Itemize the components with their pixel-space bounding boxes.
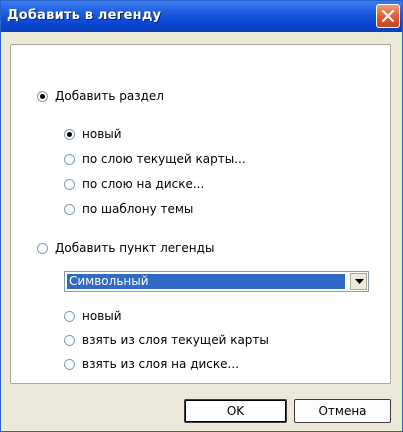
cancel-button[interactable]: Отмена — [294, 399, 391, 423]
chevron-down-icon — [355, 279, 364, 284]
close-button[interactable] — [376, 4, 400, 28]
radio-item-current-map-layer[interactable]: взять из слоя текущей карты — [64, 333, 269, 347]
dropdown-button[interactable] — [350, 273, 367, 290]
radio-section-disk-layer[interactable]: по слою на диске... — [64, 177, 204, 191]
radio-item-new-label: новый — [82, 309, 122, 323]
radio-item-disk-layer-label: взять из слоя на диске... — [82, 357, 239, 371]
radio-item-new[interactable]: новый — [64, 309, 122, 323]
legend-item-type-value: Символьный — [67, 274, 345, 289]
legend-item-type-select[interactable]: Символьный — [64, 271, 369, 292]
radio-add-section-label: Добавить раздел — [55, 89, 164, 103]
radio-button[interactable] — [64, 310, 75, 322]
radio-button[interactable] — [37, 242, 48, 254]
radio-button[interactable] — [64, 203, 75, 215]
radio-item-disk-layer[interactable]: взять из слоя на диске... — [64, 357, 239, 371]
radio-section-disk-layer-label: по слою на диске... — [82, 177, 205, 191]
dialog-window: Добавить в легенду Добавить раздел новый… — [0, 0, 403, 432]
radio-section-current-map-layer-label: по слою текущей карты... — [82, 152, 246, 166]
radio-button[interactable] — [64, 178, 75, 190]
dialog-title: Добавить в легенду — [7, 8, 162, 23]
radio-item-current-map-layer-label: взять из слоя текущей карты — [82, 333, 269, 347]
radio-button[interactable] — [37, 90, 48, 102]
radio-button[interactable] — [64, 153, 75, 165]
ok-button[interactable]: OK — [184, 399, 287, 423]
dialog-body: Добавить раздел новый по слою текущей ка… — [1, 32, 402, 431]
radio-section-current-map-layer[interactable]: по слою текущей карты... — [64, 152, 246, 166]
radio-section-new-label: новый — [82, 127, 122, 141]
radio-button[interactable] — [64, 334, 75, 346]
options-panel: Добавить раздел новый по слою текущей ка… — [10, 44, 391, 384]
radio-section-theme-template-label: по шаблону темы — [82, 202, 194, 216]
radio-section-theme-template[interactable]: по шаблону темы — [64, 202, 193, 216]
radio-button[interactable] — [64, 358, 75, 370]
radio-section-new[interactable]: новый — [64, 127, 122, 141]
radio-button[interactable] — [64, 128, 75, 140]
radio-add-legend-item[interactable]: Добавить пункт легенды — [37, 241, 214, 255]
radio-add-legend-item-label: Добавить пункт легенды — [55, 241, 215, 255]
title-bar[interactable]: Добавить в легенду — [1, 1, 402, 32]
close-icon — [382, 10, 394, 22]
radio-add-section[interactable]: Добавить раздел — [37, 89, 164, 103]
